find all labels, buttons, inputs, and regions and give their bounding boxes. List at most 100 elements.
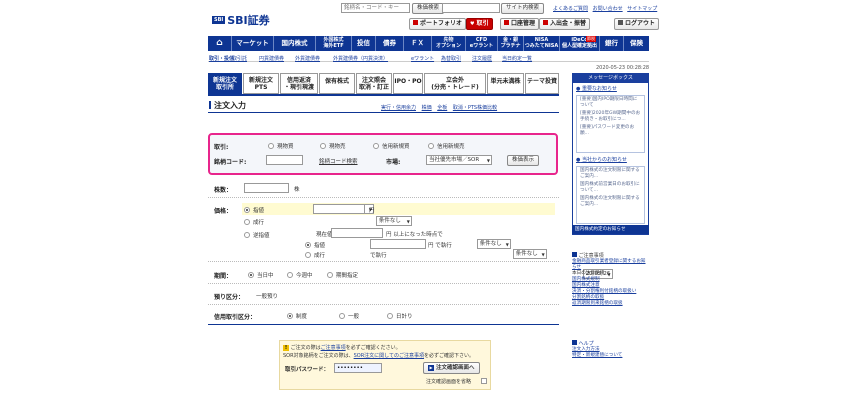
nav-fx[interactable]: ＦＸ: [404, 36, 432, 51]
important-notices-link[interactable]: ● 重要なお知らせ: [573, 83, 648, 94]
tab-odd-lot[interactable]: 単元未満株: [487, 73, 524, 94]
subnav-order-history[interactable]: 注文履歴: [472, 55, 492, 62]
subnav-foreign-bond-yen[interactable]: 外貨建債券（円貨決済）: [333, 55, 388, 62]
notes-link[interactable]: ご注意事項: [321, 345, 346, 351]
stock-search-button[interactable]: 株価検索: [412, 3, 445, 14]
radio-icon: [320, 142, 326, 149]
confirm-order-button[interactable]: ▶ 注文確認画面へ: [423, 362, 480, 374]
tab-margin-repay[interactable]: 信用返済 ・現引現渡: [280, 73, 318, 94]
subnav-foreign-bond[interactable]: 外貨建債券: [295, 55, 320, 62]
timestamp: 2020-05-23 00:28:28: [596, 65, 650, 71]
subnav-trade[interactable]: 取引・投信: [209, 55, 234, 62]
important-item[interactable]: [重要]2020年GW期間中のお手続き・お取引につ...: [577, 110, 644, 124]
nav-market[interactable]: マーケット: [232, 36, 274, 51]
subnav-forex[interactable]: 為替取引: [441, 55, 461, 62]
margin-row: [208, 305, 559, 325]
title-marker: [209, 101, 211, 109]
nav-insurance[interactable]: 保険: [624, 36, 649, 51]
help-item[interactable]: 特定・新規建替について: [572, 353, 649, 359]
nav-futures[interactable]: 先物 オプション: [432, 36, 466, 51]
quote-link[interactable]: 株価: [422, 105, 432, 111]
account-button[interactable]: 口座管理: [500, 18, 540, 30]
logo-badge: SBI: [212, 16, 226, 24]
arrow-right-icon: ▶: [428, 365, 434, 371]
page-title: 注文入力: [214, 101, 246, 110]
nav-home[interactable]: ⌂: [208, 36, 232, 51]
full-board-link[interactable]: 全板: [437, 105, 447, 111]
tab-off-floor[interactable]: 立会外 (分売・トレード): [424, 73, 486, 94]
tab-holdings[interactable]: 保有株式: [319, 73, 355, 94]
title-divider: [208, 112, 559, 113]
subnav-trust[interactable]: 取引託: [232, 55, 247, 62]
caution-item[interactable]: 返済期限到来銘柄の取扱: [572, 301, 649, 307]
execution-notice-bar[interactable]: 国内株式約定のお知らせ: [572, 225, 649, 234]
qty-label: 株数：: [214, 187, 233, 194]
message-box-title: メッセージボックス: [573, 74, 648, 83]
company-notices-link[interactable]: ● 当社からのお知らせ: [573, 154, 648, 165]
tab-new-order[interactable]: 新規注文 取引所: [208, 73, 242, 94]
nav-fund[interactable]: 投信: [352, 36, 376, 51]
company-item[interactable]: 国内株式の注文制限に関するご案内...: [577, 195, 644, 209]
password-input[interactable]: [334, 363, 382, 373]
company-item[interactable]: 国内株式前営業日のお取引について...: [577, 181, 644, 195]
help-icon: [572, 340, 577, 345]
nav-domestic-stock[interactable]: 国内株式: [274, 36, 316, 51]
home-icon: ⌂: [216, 38, 223, 48]
tab-order-inquiry[interactable]: 注文照会 取消・訂正: [356, 73, 392, 94]
site-search-input[interactable]: [442, 3, 500, 13]
subnav-yen-bond[interactable]: 円貨建債券: [259, 55, 284, 62]
tab-theme[interactable]: テーマ投資: [525, 73, 559, 94]
search-input[interactable]: [341, 3, 410, 13]
sor-notes-link[interactable]: SOR注文に関してのご注意事項: [354, 353, 424, 359]
notice-line-2: SOR対象銘柄をご注文の際は、SOR注文に関してのご注意事項を必ずご確認下さい。: [283, 353, 475, 359]
important-item[interactable]: [重要]国内IPO期限日時間について: [577, 96, 644, 110]
caution-item[interactable]: 金融商品取引業者登録に関するお知らせ: [572, 259, 649, 271]
faq-link[interactable]: よくあるご質問: [553, 6, 588, 12]
company-item[interactable]: 国内株式の注文制限に関するご案内...: [577, 167, 644, 181]
nav-foreign-stock[interactable]: 外国株式 海外ETF: [316, 36, 352, 51]
price-row: [208, 199, 559, 262]
logout-icon: [618, 20, 623, 25]
tab-new-order-pts[interactable]: 新規注文 PTS: [243, 73, 279, 94]
market-label: 市場:: [386, 159, 401, 166]
cautions-box: ご注意事項 金融商品取引業者登録に関するお知らせ 本日の注意銘柄 国内株式規制 …: [572, 252, 649, 307]
qty-input[interactable]: [244, 183, 289, 193]
subnav-ewarrant[interactable]: eワラント: [411, 55, 434, 62]
important-item[interactable]: [重要]パスワード変更のお願...: [577, 124, 644, 138]
market-select[interactable]: 当社優先市場／SOR: [426, 155, 492, 165]
nav-bond[interactable]: 債券: [376, 36, 404, 51]
cautions-title: ご注意事項: [572, 252, 649, 259]
logo[interactable]: SBI SBI証券: [212, 12, 270, 28]
tab-ipo[interactable]: IPO・PO: [393, 73, 423, 94]
trade-button[interactable]: ♥ 取引: [466, 18, 493, 30]
warning-icon: !: [283, 345, 289, 351]
radio-cash-buy[interactable]: 現物買: [268, 142, 294, 150]
nav-nisa[interactable]: NISA つみたてNISA: [524, 36, 560, 51]
radio-icon: [428, 142, 434, 149]
code-input[interactable]: [266, 155, 303, 165]
info-icon: [572, 252, 577, 257]
skip-confirm-checkbox[interactable]: [481, 378, 487, 384]
nav-gold[interactable]: 金・銀 プラチナ: [498, 36, 524, 51]
nav-bank[interactable]: 銀行: [600, 36, 624, 51]
radio-margin-sell[interactable]: 信用新規売: [428, 142, 465, 150]
help-title: ヘルプ: [572, 340, 649, 347]
pts-compare-link[interactable]: 取消・PTS株価比較: [453, 105, 497, 111]
show-price-button[interactable]: 株価表示: [507, 155, 540, 166]
logout-button[interactable]: ログアウト: [614, 18, 660, 30]
sitemap-link[interactable]: サイトマップ: [627, 6, 657, 12]
contact-link[interactable]: お問い合わせ: [593, 6, 623, 12]
deposit-button[interactable]: 入出金・振替: [539, 18, 591, 30]
logo-text: SBI証券: [227, 14, 270, 27]
radio-margin-buy[interactable]: 信用新規買: [373, 142, 410, 150]
qty-unit: 株: [294, 187, 300, 193]
buying-power-link[interactable]: 実行・信用余力: [381, 105, 416, 111]
nav-cfd[interactable]: CFD eワラント: [466, 36, 498, 51]
portfolio-button[interactable]: ポートフォリオ: [409, 18, 467, 30]
site-search-button[interactable]: サイト内検索: [501, 3, 545, 14]
code-search-link[interactable]: 銘柄コード検索: [319, 157, 358, 165]
subnav-executions[interactable]: 当日約定一覧: [502, 55, 532, 62]
trade-code-section: [208, 133, 558, 175]
radio-cash-sell[interactable]: 現物売: [320, 142, 346, 150]
radio-icon: [373, 142, 379, 149]
